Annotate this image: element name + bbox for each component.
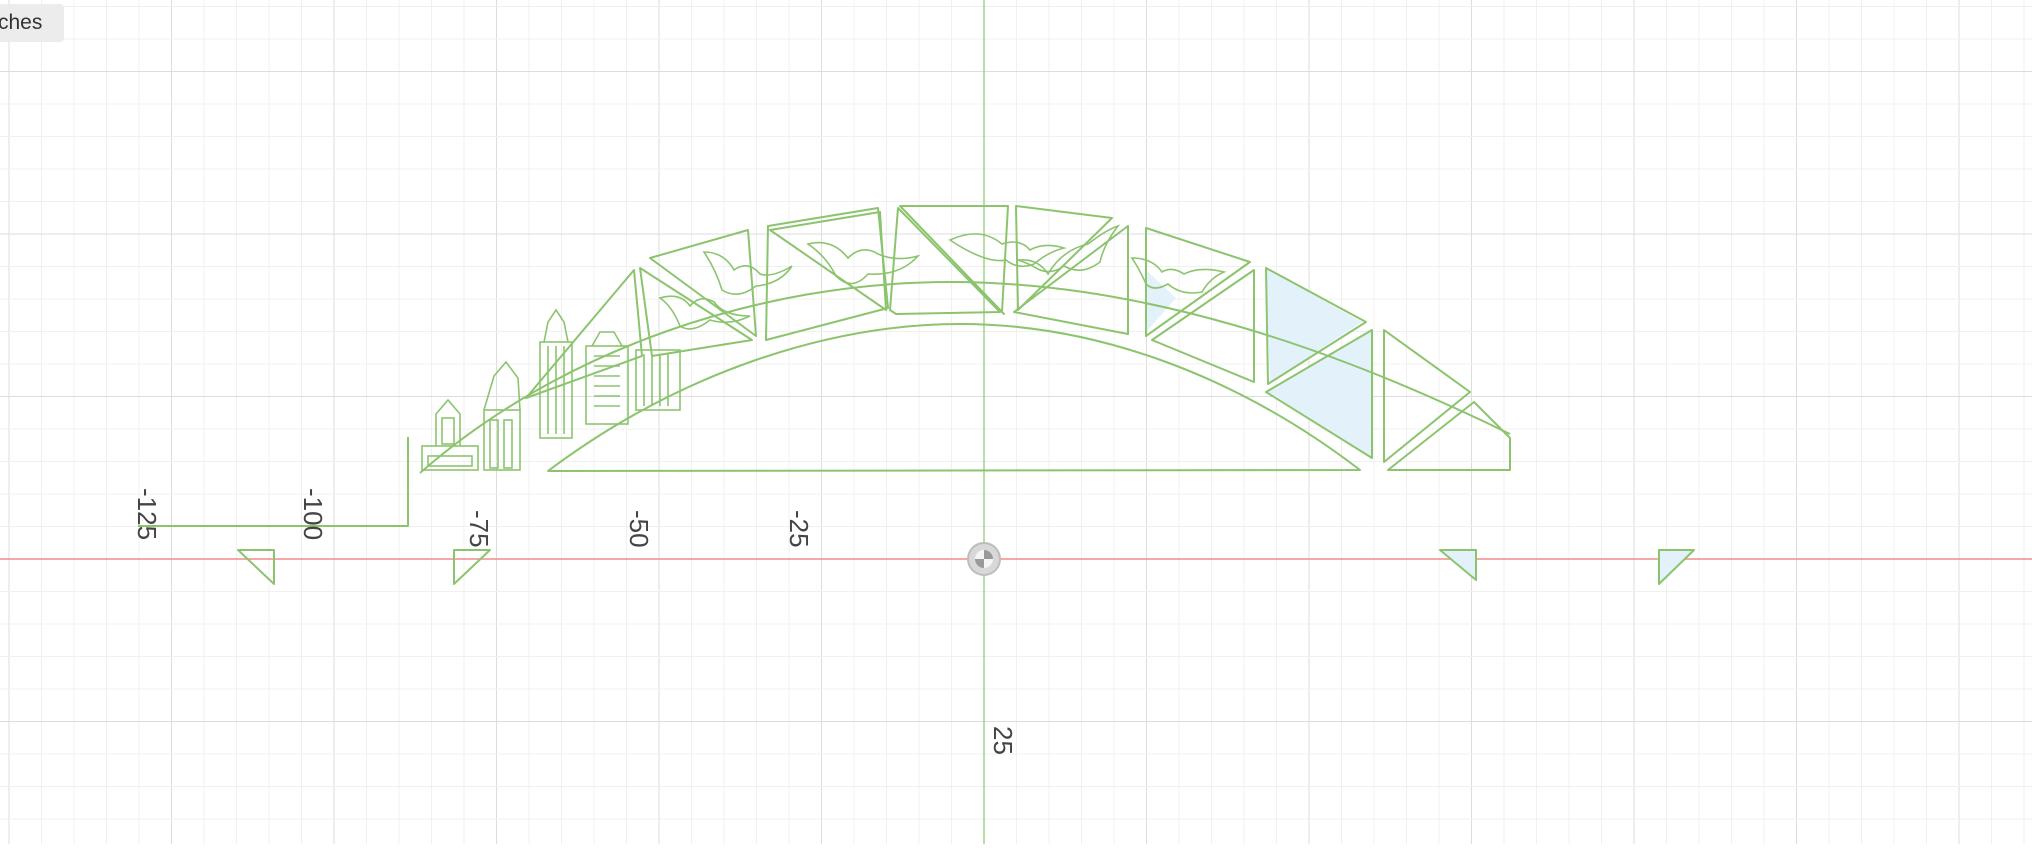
grid bbox=[0, 0, 2032, 844]
profile-fill[interactable] bbox=[1146, 270, 1176, 332]
deck-triangle[interactable] bbox=[453, 549, 491, 585]
sketch-canvas[interactable]: -125 -100 -75 -50 -25 25 bbox=[0, 0, 2032, 844]
selected-profiles[interactable] bbox=[1146, 268, 1694, 584]
truss-panel[interactable] bbox=[1145, 227, 1251, 337]
sketches-tab[interactable]: ches bbox=[0, 4, 65, 42]
bat-icon bbox=[806, 241, 921, 285]
sketch-canvas-svg[interactable] bbox=[0, 0, 2032, 844]
bridge-outer-profile[interactable] bbox=[138, 437, 409, 527]
truss-panel[interactable] bbox=[525, 269, 643, 399]
truss-panel[interactable] bbox=[1013, 225, 1129, 335]
bat-icon bbox=[658, 295, 751, 330]
truss-panel[interactable] bbox=[769, 211, 887, 311]
sketches-tab-label: ches bbox=[0, 11, 43, 34]
bat-icon bbox=[702, 251, 793, 295]
truss-panel[interactable] bbox=[639, 267, 753, 357]
origin-marker-icon[interactable] bbox=[967, 542, 1001, 576]
lower-arch-opening[interactable] bbox=[547, 323, 1361, 472]
bridge-sketch[interactable] bbox=[138, 205, 1695, 585]
